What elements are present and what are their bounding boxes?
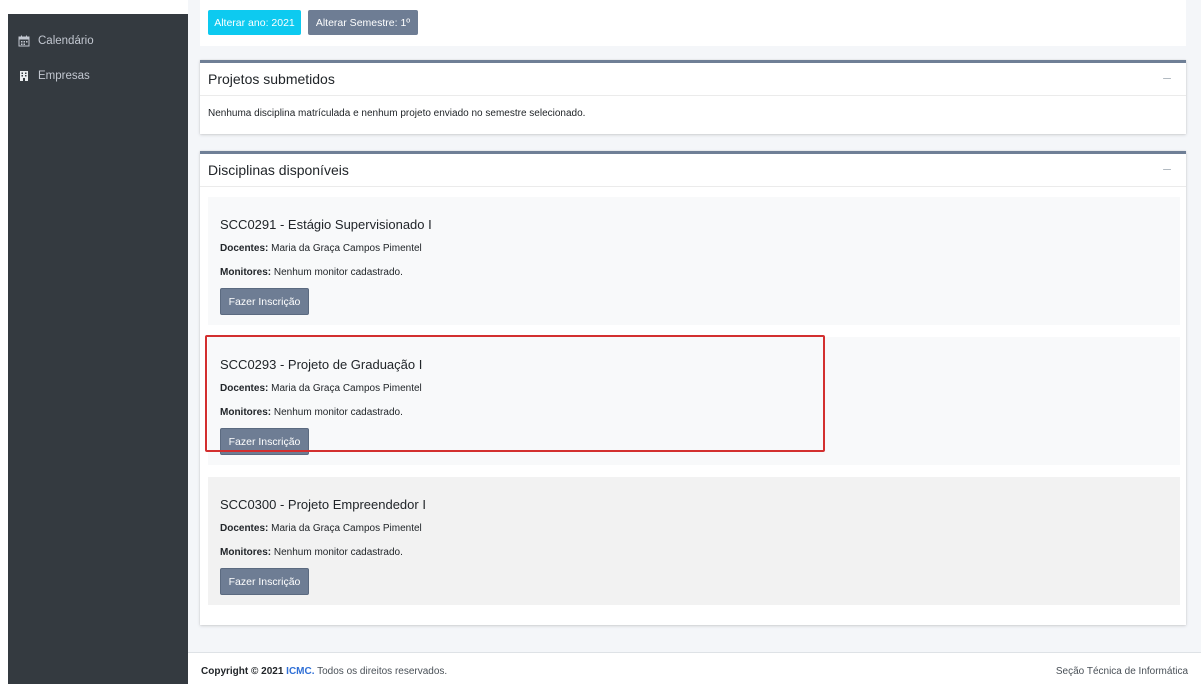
fazer-inscricao-button[interactable]: Fazer Inscrição	[220, 288, 309, 315]
docentes-line: Docentes: Maria da Graça Campos Pimentel	[220, 523, 422, 534]
footer-copyright: Copyright © 2021 ICMC. Todos os direitos…	[201, 666, 447, 677]
docentes-value: Maria da Graça Campos Pimentel	[271, 523, 422, 534]
monitores-line: Monitores: Nenhum monitor cadastrado.	[220, 267, 403, 278]
copyright-prefix: Copyright © 2021	[201, 666, 284, 677]
icmc-link[interactable]: ICMC.	[286, 666, 314, 677]
highlight-box	[205, 335, 825, 452]
card-title: Disciplinas disponíveis	[208, 162, 349, 178]
sidebar-item-empresas[interactable]: Empresas	[8, 61, 188, 91]
footer: Copyright © 2021 ICMC. Todos os direitos…	[188, 652, 1201, 684]
empty-message: Nenhuma disciplina matrículada e nenhum …	[208, 108, 586, 119]
fazer-inscricao-button[interactable]: Fazer Inscrição	[220, 568, 309, 595]
monitores-label: Monitores:	[220, 547, 272, 558]
docentes-label: Docentes:	[220, 243, 269, 254]
monitores-label: Monitores:	[220, 267, 272, 278]
collapse-icon[interactable]: –	[1160, 160, 1174, 176]
sidebar-item-calendario[interactable]: Calendário	[8, 26, 188, 56]
projetos-card: Projetos submetidos – Nenhuma disciplina…	[200, 60, 1186, 134]
docentes-line: Docentes: Maria da Graça Campos Pimentel	[220, 243, 422, 254]
change-year-button[interactable]: Alterar ano: 2021	[208, 10, 301, 35]
monitores-value: Nenhum monitor cadastrado.	[273, 267, 403, 278]
calendar-icon	[18, 35, 30, 47]
list-item: SCC0291 - Estágio Supervisionado I Docen…	[208, 197, 1180, 325]
collapse-icon[interactable]: –	[1160, 69, 1174, 85]
sidebar-item-label: Empresas	[38, 70, 90, 82]
sidebar-item-label: Calendário	[38, 35, 94, 47]
card-header: Disciplinas disponíveis –	[200, 154, 1186, 187]
discipline-title: SCC0300 - Projeto Empreendedor I	[220, 497, 426, 512]
footer-right-text: Seção Técnica de Informática	[1055, 666, 1188, 677]
docentes-value: Maria da Graça Campos Pimentel	[271, 243, 422, 254]
toolbar: Alterar ano: 2021 Alterar Semestre: 1º	[200, 0, 1186, 46]
change-semester-button[interactable]: Alterar Semestre: 1º	[308, 10, 418, 35]
monitores-value: Nenhum monitor cadastrado.	[273, 547, 403, 558]
discipline-title: SCC0291 - Estágio Supervisionado I	[220, 217, 432, 232]
card-header: Projetos submetidos –	[200, 63, 1186, 96]
building-icon	[18, 70, 30, 82]
rights-text: Todos os direitos reservados.	[317, 666, 448, 677]
list-item: SCC0300 - Projeto Empreendedor I Docente…	[208, 477, 1180, 605]
docentes-label: Docentes:	[220, 523, 269, 534]
monitores-line: Monitores: Nenhum monitor cadastrado.	[220, 547, 403, 558]
card-title: Projetos submetidos	[208, 71, 335, 87]
sidebar: Calendário Empresas	[8, 14, 188, 684]
